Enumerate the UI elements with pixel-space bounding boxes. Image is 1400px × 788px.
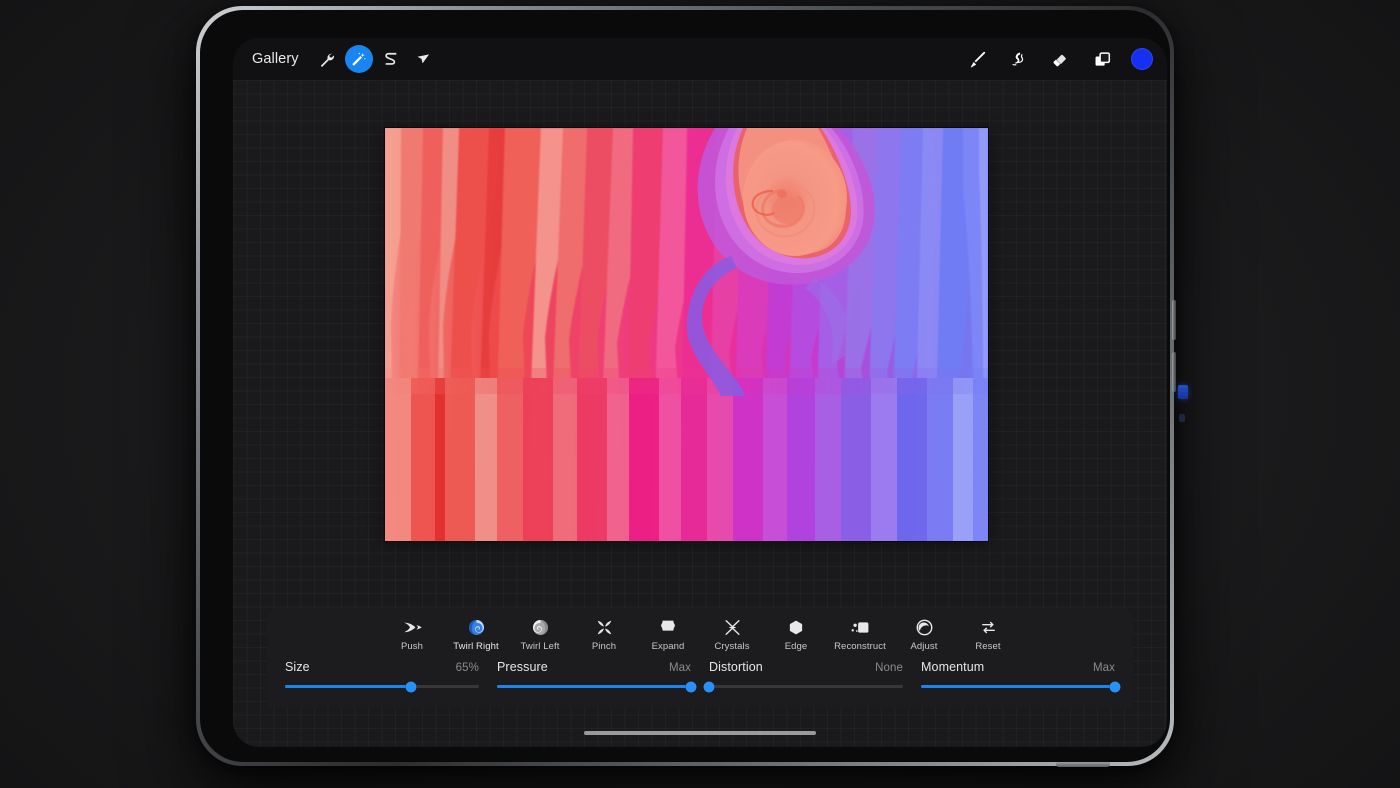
slider-value: 65% bbox=[455, 662, 479, 674]
liquify-tool-reset[interactable]: Reset bbox=[956, 617, 1020, 652]
slider-knob[interactable] bbox=[685, 681, 697, 692]
slider-track[interactable] bbox=[921, 681, 1121, 692]
twirl-left-icon bbox=[532, 617, 549, 637]
adjust-icon bbox=[916, 617, 933, 637]
liquify-tool-twirl-right[interactable]: Twirl Right bbox=[444, 617, 508, 652]
liquify-tool-crystals[interactable]: Crystals bbox=[700, 617, 764, 652]
ipad-screen: Gallery Push Twirl Right Twirl Left Pinc… bbox=[233, 38, 1167, 747]
slider-header: Pressure Max bbox=[497, 660, 691, 674]
liquify-tool-pinch[interactable]: Pinch bbox=[572, 617, 636, 652]
slider-momentum[interactable]: Momentum Max bbox=[912, 660, 1124, 692]
slider-fill bbox=[921, 685, 1115, 688]
liquify-tool-label: Adjust bbox=[910, 641, 938, 652]
selection-s-icon[interactable] bbox=[377, 45, 405, 73]
liquify-tool-label: Expand bbox=[651, 641, 685, 652]
slider-track[interactable] bbox=[285, 681, 479, 692]
layers-icon[interactable] bbox=[1087, 44, 1117, 74]
slider-header: Momentum Max bbox=[921, 660, 1115, 674]
liquify-panel: Push Twirl Right Twirl Left Pinch Expand… bbox=[267, 608, 1133, 707]
slider-fill bbox=[285, 685, 412, 688]
slider-size[interactable]: Size 65% bbox=[276, 660, 488, 692]
liquify-tool-expand[interactable]: Expand bbox=[636, 617, 700, 652]
slider-header: Distortion None bbox=[709, 660, 903, 674]
liquify-tool-label: Reconstruct bbox=[834, 641, 886, 652]
slider-label: Pressure bbox=[497, 660, 548, 674]
slider-header: Size 65% bbox=[285, 660, 479, 674]
pinch-icon bbox=[596, 617, 613, 637]
liquify-tool-label: Twirl Right bbox=[453, 641, 499, 652]
magic-wand-icon[interactable] bbox=[344, 45, 373, 73]
liquify-tool-push[interactable]: Push bbox=[380, 617, 444, 652]
liquify-tool-adjust[interactable]: Adjust bbox=[892, 617, 956, 652]
push-icon bbox=[402, 617, 423, 637]
slider-knob[interactable] bbox=[703, 681, 715, 692]
slider-track[interactable] bbox=[703, 681, 903, 692]
slider-label: Momentum bbox=[921, 660, 985, 674]
liquify-tool-label: Reset bbox=[975, 641, 1001, 652]
top-toolbar-right bbox=[961, 44, 1153, 74]
gallery-button[interactable]: Gallery bbox=[246, 47, 309, 71]
smudge-icon[interactable] bbox=[1003, 44, 1033, 74]
liquify-tool-reconstruct[interactable]: Reconstruct bbox=[828, 617, 892, 652]
artwork-canvas[interactable] bbox=[385, 128, 988, 541]
transform-arrow-icon[interactable] bbox=[409, 45, 437, 73]
top-toolbar-left: Gallery bbox=[246, 45, 437, 73]
power-button[interactable] bbox=[1056, 762, 1110, 767]
twirl-right-icon bbox=[468, 617, 485, 637]
liquify-tool-edge[interactable]: Edge bbox=[764, 617, 828, 652]
liquify-slider-row: Size 65% Pressure Max Distortion None Mo… bbox=[267, 652, 1133, 692]
slider-value: Max bbox=[1092, 662, 1115, 674]
color-swatch[interactable] bbox=[1131, 48, 1153, 70]
reset-icon bbox=[980, 617, 997, 637]
wrench-icon[interactable] bbox=[313, 45, 341, 73]
slider-distortion[interactable]: Distortion None bbox=[700, 660, 912, 692]
volume-up-button[interactable] bbox=[1172, 300, 1176, 340]
artwork-image bbox=[385, 128, 988, 541]
crystals-icon bbox=[724, 617, 741, 637]
slider-fill bbox=[497, 685, 691, 688]
apple-pencil-shadow bbox=[1179, 414, 1185, 422]
slider-label: Distortion bbox=[709, 660, 763, 674]
slider-knob[interactable] bbox=[1109, 681, 1121, 692]
expand-icon bbox=[660, 617, 676, 637]
slider-track[interactable] bbox=[497, 681, 697, 692]
apple-pencil-indicator bbox=[1178, 385, 1188, 399]
liquify-tool-row: Push Twirl Right Twirl Left Pinch Expand… bbox=[267, 608, 1133, 652]
edge-icon bbox=[788, 617, 804, 637]
slider-label: Size bbox=[285, 660, 310, 674]
liquify-tool-label: Pinch bbox=[591, 641, 617, 652]
liquify-tool-twirl-left[interactable]: Twirl Left bbox=[508, 617, 572, 652]
paintbrush-icon[interactable] bbox=[961, 44, 991, 74]
top-toolbar: Gallery bbox=[233, 38, 1167, 80]
volume-down-button[interactable] bbox=[1172, 352, 1176, 392]
eraser-icon[interactable] bbox=[1045, 44, 1075, 74]
reconstruct-icon bbox=[851, 617, 870, 637]
liquify-tool-label: Twirl Left bbox=[520, 641, 560, 652]
liquify-tool-label: Edge bbox=[784, 641, 808, 652]
liquify-tool-label: Push bbox=[400, 641, 424, 652]
home-indicator[interactable] bbox=[584, 731, 816, 735]
screenshot-root: Gallery Push Twirl Right Twirl Left Pinc… bbox=[0, 0, 1400, 788]
slider-knob[interactable] bbox=[405, 681, 417, 692]
slider-value: Max bbox=[668, 662, 691, 674]
slider-value: None bbox=[875, 662, 903, 674]
liquify-tool-label: Crystals bbox=[714, 641, 750, 652]
slider-pressure[interactable]: Pressure Max bbox=[488, 660, 700, 692]
